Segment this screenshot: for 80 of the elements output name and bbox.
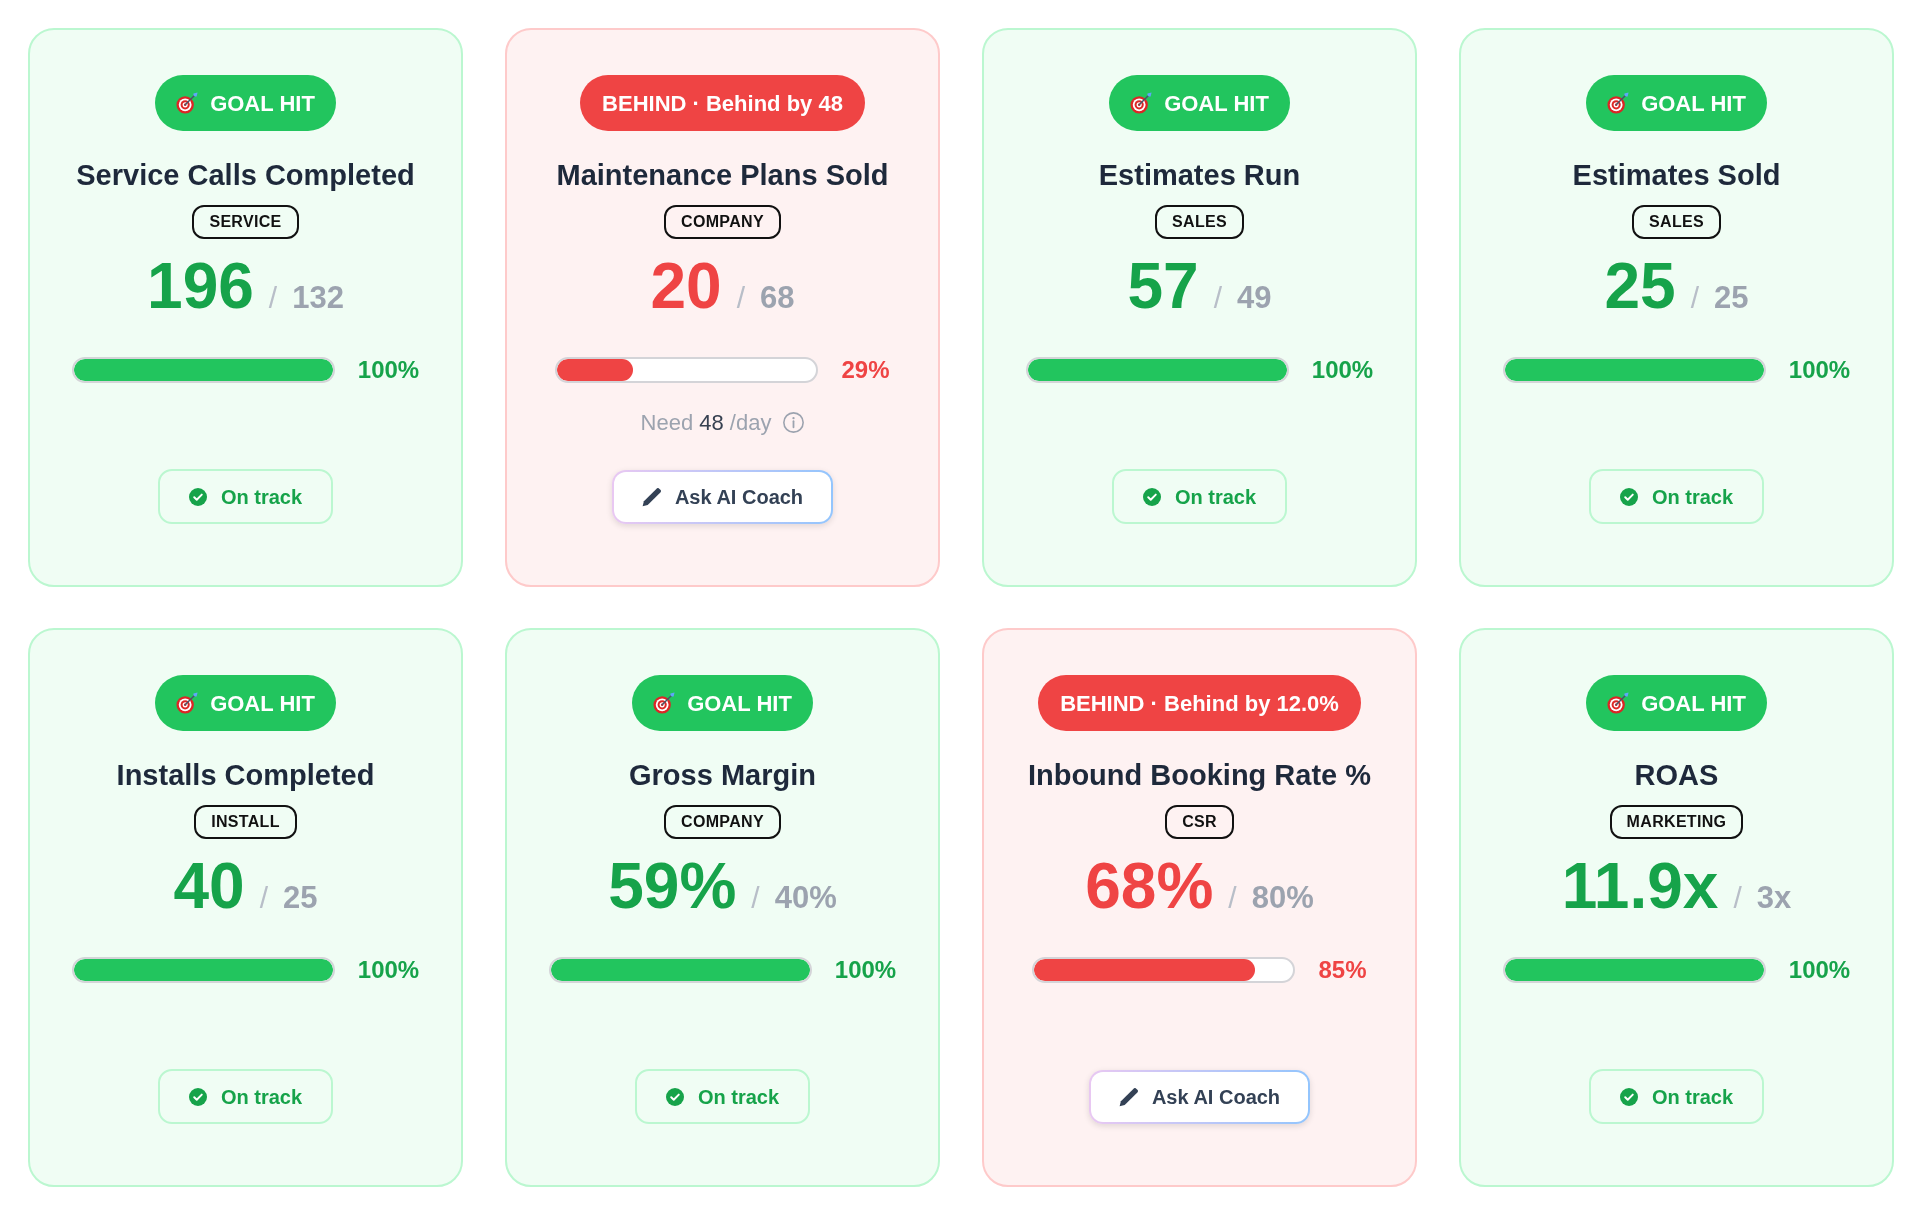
- status-button[interactable]: On track: [157, 1069, 334, 1124]
- dart-target-icon: [653, 692, 676, 714]
- category-tag: INSTALL: [194, 805, 297, 839]
- target-value: 80%: [1251, 879, 1314, 917]
- current-value: 57: [1127, 254, 1199, 318]
- separator: /: [1690, 280, 1699, 316]
- category-tag: SERVICE: [192, 205, 299, 239]
- ask-coach-button[interactable]: Ask AI Coach: [1088, 1070, 1311, 1124]
- target-value: 68: [760, 279, 795, 317]
- kpi-title: Maintenance Plans Sold: [556, 158, 889, 193]
- separator: /: [1228, 880, 1237, 916]
- kpi-title: ROAS: [1634, 758, 1719, 793]
- target-value: 40%: [774, 879, 837, 917]
- status-button[interactable]: On track: [1588, 1069, 1765, 1124]
- target-value: 3x: [1756, 879, 1792, 917]
- status-badge: GOAL HIT: [1586, 675, 1767, 731]
- status-badge: GOAL HIT: [155, 675, 336, 731]
- progress-percent: 29%: [841, 354, 890, 385]
- progress-percent: 100%: [357, 354, 420, 385]
- dart-target-icon: [1130, 92, 1153, 114]
- target-value: 49: [1237, 279, 1272, 317]
- separator: /: [736, 280, 745, 316]
- current-value: 68%: [1085, 854, 1214, 918]
- kpi-title: Inbound Booking Rate %: [1027, 758, 1372, 793]
- check-circle-icon: [188, 487, 207, 506]
- target-value: 132: [292, 279, 344, 317]
- separator: /: [1213, 280, 1222, 316]
- current-value: 196: [147, 254, 254, 318]
- status-badge: GOAL HIT: [155, 75, 336, 131]
- dart-target-icon: [176, 92, 199, 114]
- status-badge: BEHIND · Behind by 12.0%: [1038, 675, 1361, 731]
- kpi-title: Estimates Run: [1098, 158, 1301, 193]
- pencil-icon: [1118, 1087, 1138, 1107]
- pace-note: Need 48 /day: [640, 409, 772, 436]
- progress-percent: 85%: [1318, 954, 1367, 985]
- status-button[interactable]: On track: [1588, 469, 1765, 524]
- category-tag: COMPANY: [664, 205, 781, 239]
- status-button[interactable]: On track: [1111, 469, 1288, 524]
- category-tag: COMPANY: [664, 805, 781, 839]
- ask-coach-button[interactable]: Ask AI Coach: [611, 470, 834, 524]
- target-value: 25: [283, 879, 318, 917]
- check-circle-icon: [665, 1087, 684, 1106]
- current-value: 40: [173, 854, 245, 918]
- check-circle-icon: [1142, 487, 1161, 506]
- status-button[interactable]: On track: [157, 469, 334, 524]
- separator: /: [751, 880, 760, 916]
- progress-percent: 100%: [1311, 354, 1374, 385]
- dart-target-icon: [1607, 92, 1630, 114]
- category-tag: CSR: [1165, 805, 1234, 839]
- current-value: 59%: [608, 854, 737, 918]
- kpi-title: Installs Completed: [116, 758, 375, 793]
- status-badge: BEHIND · Behind by 48: [580, 75, 865, 131]
- current-value: 25: [1604, 254, 1676, 318]
- separator: /: [268, 280, 278, 316]
- progress-percent: 100%: [1788, 954, 1851, 985]
- progress-percent: 100%: [834, 954, 897, 985]
- category-tag: MARKETING: [1609, 805, 1744, 839]
- current-value: 20: [650, 254, 722, 318]
- category-tag: SALES: [1632, 205, 1721, 239]
- status-badge: GOAL HIT: [1109, 75, 1290, 131]
- kpi-title: Estimates Sold: [1572, 158, 1781, 193]
- status-button[interactable]: On track: [634, 1069, 811, 1124]
- dart-target-icon: [176, 692, 199, 714]
- progress-percent: 100%: [1788, 354, 1851, 385]
- pencil-icon: [641, 487, 661, 507]
- kpi-title: Service Calls Completed: [76, 158, 415, 193]
- dart-target-icon: [1607, 692, 1630, 714]
- target-value: 25: [1714, 279, 1749, 317]
- status-badge: GOAL HIT: [1586, 75, 1767, 131]
- separator: /: [259, 880, 268, 916]
- info-icon: [783, 412, 805, 433]
- separator: /: [1733, 880, 1742, 916]
- kpi-title: Gross Margin: [629, 758, 816, 793]
- current-value: 11.9x: [1561, 854, 1719, 918]
- check-circle-icon: [188, 1087, 207, 1106]
- status-badge: GOAL HIT: [632, 675, 813, 731]
- check-circle-icon: [1619, 1087, 1638, 1106]
- check-circle-icon: [1619, 487, 1638, 506]
- category-tag: SALES: [1155, 205, 1244, 239]
- progress-percent: 100%: [357, 954, 420, 985]
